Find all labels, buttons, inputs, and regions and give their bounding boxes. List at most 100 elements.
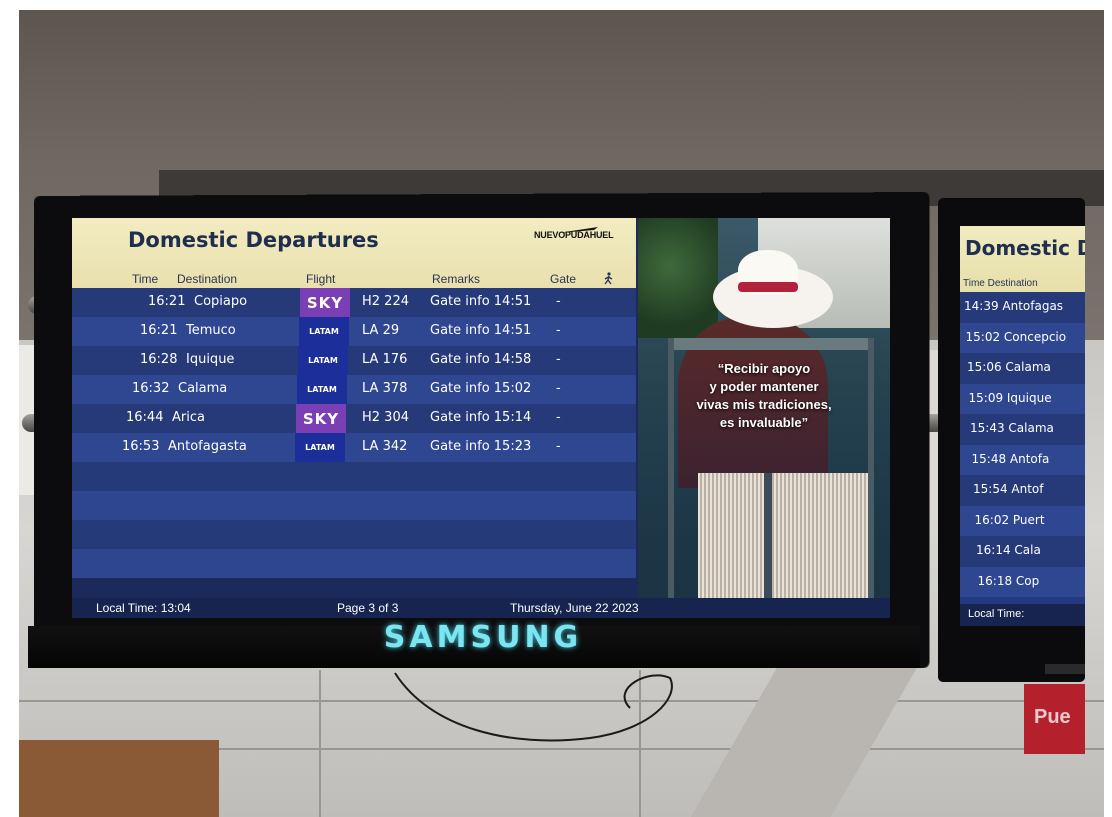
cell-remarks: Gate info 14:58 (430, 352, 532, 367)
red-sign-text: Pue (1034, 706, 1071, 728)
cell-time: 16:21 (148, 294, 186, 309)
secondary-row-text: 15:48 Antofa (971, 451, 1050, 466)
secondary-local-time: Local Time: (968, 608, 1025, 620)
secondary-row-text: 14:39 Antofagas (964, 299, 1064, 313)
secondary-table-row: 15:02 Concepcio (960, 322, 1085, 353)
cell-remarks: Gate info 15:23 (430, 439, 532, 454)
sky-airline-logo: SKY (296, 404, 346, 433)
secondary-row-text: 16:14 Cala (976, 543, 1041, 557)
ad-quote: “Recibir apoyo y poder mantener vivas mi… (648, 360, 880, 432)
secondary-row-text: 15:54 Antof (973, 482, 1044, 496)
cell-destination: Temuco (186, 323, 236, 338)
cell-gate: - (556, 352, 561, 367)
table-row: SKY 16:44 Arica H2 304 Gate info 15:14 - (72, 404, 636, 433)
red-sign: Pue (1024, 684, 1085, 754)
cell-destination: Copiapo (194, 294, 248, 309)
secondary-column-headers: Time Destination (963, 278, 1038, 289)
ad-loom-gap (764, 473, 772, 598)
secondary-row-text: 16:02 Puert (974, 512, 1045, 527)
board-date: Thursday, June 22 2023 (510, 601, 639, 615)
cell-flight: LA 378 (362, 381, 408, 396)
empty-row (72, 491, 636, 520)
table-row: SKY 16:21 Copiapo H2 224 Gate info 14:51 - (72, 288, 636, 317)
cell-remarks: Gate info 15:02 (430, 381, 532, 396)
table-row: LATAM 16:28 Iquique LA 176 Gate info 14:58 - (72, 346, 636, 375)
secondary-table-row: 15:54 Antof (960, 475, 1085, 506)
secondary-row-text: 15:43 Calama (970, 421, 1054, 435)
cell-destination: Antofagasta (168, 439, 247, 454)
cell-gate: - (556, 294, 561, 309)
secondary-table-row: 16:02 Puert (960, 505, 1085, 536)
sign-label (1045, 664, 1085, 674)
advertisement-panel: “Recibir apoyo y poder mantener vivas mi… (638, 218, 890, 598)
cell-destination: Arica (172, 410, 205, 425)
cell-time: 16:21 (140, 323, 178, 338)
latam-airline-logo: LATAM (297, 375, 347, 404)
tv-brand-logo: SAMSUNG (383, 620, 583, 655)
table-row: LATAM 16:21 Temuco LA 29 Gate info 14:51 - (72, 317, 636, 346)
cell-remarks: Gate info 15:14 (430, 410, 532, 425)
cell-gate: - (556, 439, 561, 454)
departures-screen: Domestic Departures NUEVOPUDAHUEL Time D… (72, 218, 890, 618)
latam-airline-logo: LATAM (298, 346, 348, 375)
cell-flight: LA 176 (362, 352, 408, 367)
secondary-departures-screen: Domestic D Time Destination 14:39 Antofa… (960, 226, 1085, 626)
ad-quote-line: es invaluable” (719, 415, 809, 430)
cell-flight: LA 29 (362, 323, 400, 338)
cell-gate: - (556, 323, 561, 338)
departures-table: SKY 16:21 Copiapo H2 224 Gate info 14:51- LAT… (72, 288, 636, 578)
ad-loom-threads (698, 473, 868, 598)
table-row: LATAM 16:53 Antofagasta LA 342 Gate info 15:… (72, 433, 636, 462)
cell-flight: H2 224 (362, 294, 409, 309)
cell-gate: - (556, 381, 561, 396)
ad-quote-line: “Recibir apoyo (717, 361, 811, 376)
secondary-table-row: 15:48 Antofa (960, 444, 1085, 475)
secondary-table-row: 15:06 Calama (960, 353, 1085, 384)
col-flight: Flight (306, 272, 336, 286)
secondary-row-text: 15:06 Calama (967, 360, 1051, 374)
ad-plant-image (638, 218, 718, 338)
ceiling-tile-line (319, 670, 321, 817)
latam-airline-logo: LATAM (295, 433, 345, 462)
empty-row (72, 520, 636, 549)
secondary-table-row: 14:39 Antofagas (960, 292, 1085, 323)
cell-gate: - (556, 410, 561, 425)
cell-time: 16:32 (132, 381, 170, 396)
walking-person-icon (603, 272, 615, 288)
secondary-table-row: 16:14 Cala (960, 536, 1085, 567)
secondary-board-footer: Local Time: (960, 604, 1085, 626)
secondary-board-header: Domestic D Time Destination (960, 226, 1085, 292)
cell-remarks: Gate info 14:51 (430, 323, 532, 338)
cell-flight: LA 342 (362, 439, 408, 454)
ad-quote-line: vivas mis tradiciones, (696, 397, 832, 412)
local-time: Local Time: 13:04 (96, 601, 191, 615)
board-title: Domestic Departures (128, 228, 379, 252)
secondary-table-row: 16:18 Cop (960, 566, 1085, 597)
col-gate: Gate (550, 272, 577, 286)
table-row: LATAM 16:32 Calama LA 378 Gate info 15:02 - (72, 375, 636, 404)
col-remarks: Remarks (432, 272, 481, 286)
empty-row (72, 462, 636, 491)
secondary-row-text: 15:09 Iquique (968, 390, 1052, 405)
col-time: Time (132, 272, 159, 286)
empty-row (72, 549, 636, 578)
cell-time: 16:44 (126, 410, 164, 425)
wood-beam (19, 740, 219, 817)
column-headers: Time Destination Flight Remarks Gate (72, 272, 636, 288)
ad-hat-band-image (738, 282, 798, 292)
board-header: Domestic Departures NUEVOPUDAHUEL Time D… (72, 218, 636, 288)
cell-remarks: Gate info 14:51 (430, 294, 532, 309)
col-destination: Destination (177, 272, 238, 286)
departures-board: Domestic Departures NUEVOPUDAHUEL Time D… (72, 218, 636, 618)
ad-loom-frame (668, 338, 873, 350)
page-indicator: Page 3 of 3 (337, 601, 399, 615)
airport-logo: NUEVOPUDAHUEL (534, 230, 614, 240)
secondary-row-text: 16:18 Cop (977, 573, 1040, 588)
cell-destination: Iquique (186, 352, 235, 367)
cell-time: 16:28 (140, 352, 178, 367)
cell-flight: H2 304 (362, 410, 409, 425)
latam-airline-logo: LATAM (299, 317, 349, 346)
cell-time: 16:53 (122, 439, 160, 454)
ad-quote-line: y poder mantener (709, 379, 819, 394)
secondary-departures-table: 14:39 Antofagas 15:02 Concepcio 15:06 Cala… (960, 292, 1085, 597)
